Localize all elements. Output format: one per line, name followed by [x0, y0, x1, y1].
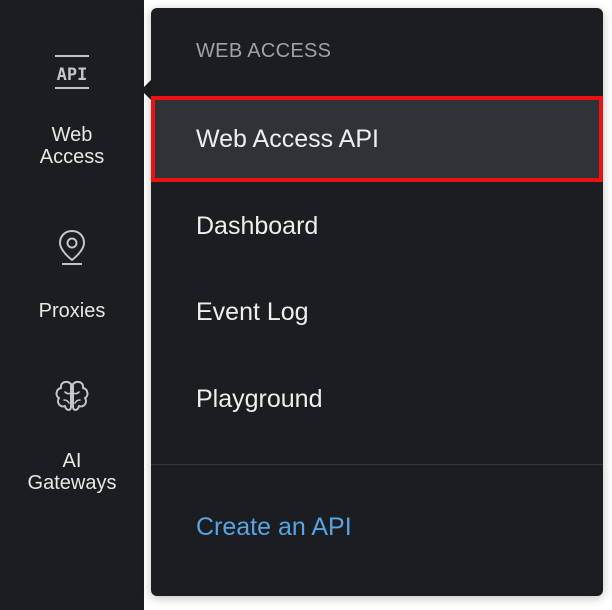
sidebar-item-label: Web Access — [39, 124, 105, 168]
sidebar-item-label: Proxies — [38, 300, 106, 322]
sidebar-item-ai-gateways[interactable]: AI Gateways — [0, 376, 144, 494]
sidebar-item-web-access[interactable]: API Web Access — [0, 52, 144, 168]
menu-item-dashboard[interactable]: Dashboard — [151, 183, 603, 269]
menu-item-web-access-api[interactable]: Web Access API — [151, 96, 603, 182]
brain-icon — [55, 380, 89, 411]
web-access-flyout-menu: WEB ACCESS Web Access API Dashboard Even… — [151, 8, 603, 596]
sidebar-item-proxies[interactable]: Proxies — [0, 226, 144, 322]
flyout-caret — [141, 80, 151, 100]
sidebar-item-label: AI Gateways — [27, 450, 117, 494]
menu-item-event-log[interactable]: Event Log — [151, 269, 603, 355]
create-api-link[interactable]: Create an API — [196, 513, 352, 542]
menu-item-playground[interactable]: Playground — [151, 356, 603, 442]
divider — [151, 464, 603, 465]
svg-text:API: API — [57, 65, 88, 85]
section-title: WEB ACCESS — [196, 40, 332, 62]
sidebar: API Web Access Proxies AI Gateways — [0, 0, 144, 610]
api-icon: API — [55, 55, 89, 89]
location-pin-icon — [58, 229, 86, 265]
